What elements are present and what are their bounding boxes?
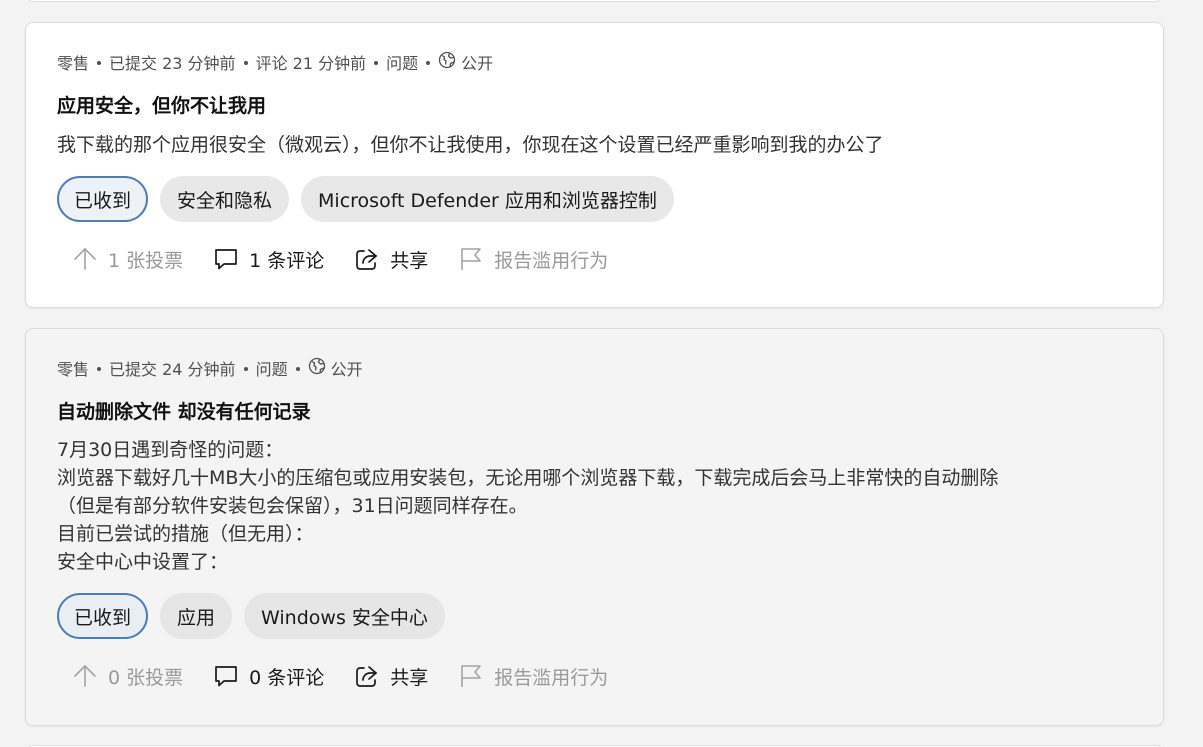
post-body: 7月30日遇到奇怪的问题： 浏览器下载好几十MB大小的压缩包或应用安装包，无论用… — [57, 436, 1132, 576]
category-label: 零售 — [57, 54, 90, 73]
share-icon — [354, 663, 380, 689]
body-line: 目前已尝试的措施（但无用）： — [57, 523, 314, 545]
feedback-card[interactable]: 零售 已提交 23 分钟前 评论 21 分钟前 问题 公开 应用安全，但你不让我… — [25, 22, 1164, 308]
post-type: 问题 — [386, 54, 419, 73]
separator-dot — [374, 61, 379, 65]
flag-icon — [458, 663, 484, 689]
post-meta: 零售 已提交 24 分钟前 问题 公开 — [57, 357, 1132, 379]
status-tag[interactable]: 已收到 — [57, 593, 149, 639]
report-label: 报告滥用行为 — [494, 666, 609, 689]
separator-dot — [97, 61, 102, 65]
comment-icon — [213, 246, 239, 272]
comment-icon — [213, 663, 239, 689]
globe-icon — [308, 357, 326, 375]
comment-count: 0 条评论 — [249, 666, 325, 689]
feedback-feed: 零售 已提交 23 分钟前 评论 21 分钟前 问题 公开 应用安全，但你不让我… — [0, 0, 1203, 747]
globe-icon — [438, 51, 456, 69]
post-title[interactable]: 应用安全，但你不让我用 — [57, 94, 1132, 118]
separator-dot — [243, 367, 248, 371]
separator-dot — [97, 367, 102, 371]
submitted-time: 已提交 23 分钟前 — [109, 54, 236, 73]
post-type: 问题 — [255, 360, 288, 379]
body-line: 浏览器下载好几十MB大小的压缩包或应用安装包，无论用哪个浏览器下载，下载完成后会… — [57, 467, 999, 489]
separator-dot — [426, 61, 431, 65]
previous-card-edge — [26, 0, 1163, 2]
separator-dot — [243, 61, 248, 65]
share-button[interactable]: 共享 — [339, 236, 443, 282]
post-body: 我下载的那个应用很安全（微观云），但你不让我使用，你现在这个设置已经严重影响到我… — [57, 131, 1132, 159]
vote-count: 0 张投票 — [108, 666, 184, 689]
status-tag[interactable]: 已收到 — [57, 176, 149, 222]
body-line: 安全中心中设置了： — [57, 551, 229, 573]
comments-button[interactable]: 1 条评论 — [198, 236, 339, 282]
category-tag[interactable]: Microsoft Defender 应用和浏览器控制 — [301, 176, 674, 222]
category-tag[interactable]: 应用 — [160, 593, 233, 639]
report-button[interactable]: 报告滥用行为 — [443, 653, 623, 699]
report-label: 报告滥用行为 — [494, 249, 609, 272]
feedback-card[interactable]: 零售 已提交 24 分钟前 问题 公开 自动删除文件 却没有任何记录 7月30日… — [25, 328, 1164, 726]
body-line: 我下载的那个应用很安全（微观云），但你不让我使用，你现在这个设置已经严重影响到我… — [57, 134, 884, 156]
visibility-label: 公开 — [461, 54, 494, 73]
category-label: 零售 — [57, 360, 90, 379]
post-meta: 零售 已提交 23 分钟前 评论 21 分钟前 问题 公开 — [57, 51, 1132, 73]
share-icon — [354, 246, 380, 272]
share-button[interactable]: 共享 — [339, 653, 443, 699]
action-bar: 0 张投票 0 条评论 共享 报告滥用行为 — [57, 653, 1132, 699]
arrow-up-icon — [72, 246, 98, 272]
share-label: 共享 — [390, 666, 429, 689]
upvote-button[interactable]: 1 张投票 — [57, 236, 198, 282]
separator-dot — [295, 367, 300, 371]
commented-time: 评论 21 分钟前 — [255, 54, 367, 73]
category-tag[interactable]: 安全和隐私 — [160, 176, 290, 222]
comments-button[interactable]: 0 条评论 — [198, 653, 339, 699]
flag-icon — [458, 246, 484, 272]
comment-count: 1 条评论 — [249, 249, 325, 272]
share-label: 共享 — [390, 249, 429, 272]
tag-list: 已收到 应用 Windows 安全中心 — [57, 593, 1132, 639]
arrow-up-icon — [72, 663, 98, 689]
report-button[interactable]: 报告滥用行为 — [443, 236, 623, 282]
post-title[interactable]: 自动删除文件 却没有任何记录 — [57, 400, 1132, 424]
body-line: 7月30日遇到奇怪的问题： — [57, 439, 284, 461]
category-tag[interactable]: Windows 安全中心 — [244, 593, 445, 639]
submitted-time: 已提交 24 分钟前 — [109, 360, 236, 379]
vote-count: 1 张投票 — [108, 249, 184, 272]
tag-list: 已收到 安全和隐私 Microsoft Defender 应用和浏览器控制 — [57, 176, 1132, 222]
upvote-button[interactable]: 0 张投票 — [57, 653, 198, 699]
visibility-label: 公开 — [330, 360, 363, 379]
action-bar: 1 张投票 1 条评论 共享 报告滥用行为 — [57, 236, 1132, 282]
body-line: （但是有部分软件安装包会保留），31日问题同样存在。 — [57, 495, 528, 517]
